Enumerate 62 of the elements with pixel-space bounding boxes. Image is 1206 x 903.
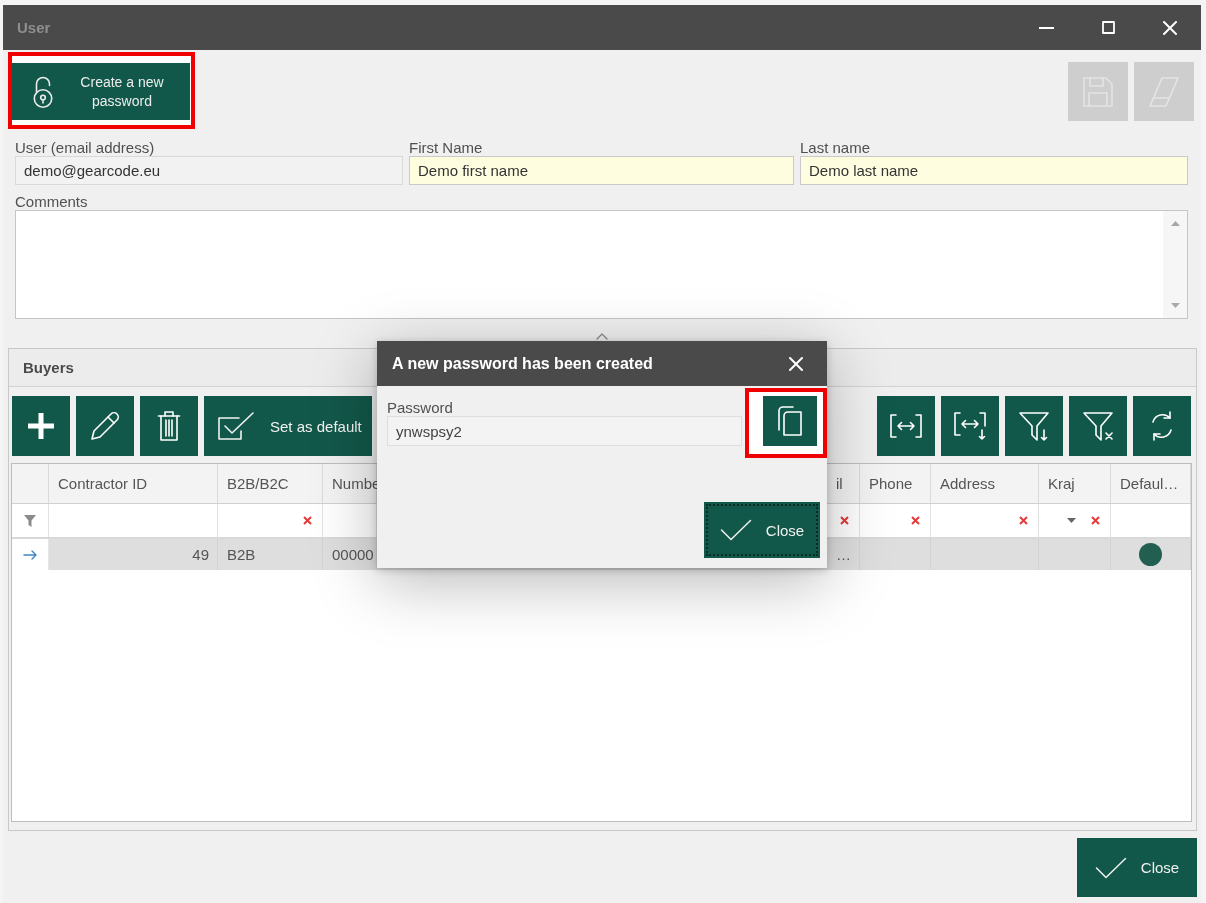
create-password-button[interactable]: Create a new password (12, 63, 190, 120)
down-arrow-icon[interactable] (1170, 303, 1180, 308)
funnel-arrow-icon (1018, 410, 1050, 442)
maximize-icon (1101, 21, 1115, 34)
fit-down-button[interactable] (941, 396, 999, 456)
table-cell: 49 (49, 539, 218, 570)
edit-button[interactable] (76, 396, 134, 456)
text-field[interactable]: Demo last name (800, 156, 1188, 185)
copy-icon (777, 405, 803, 437)
set-default-button[interactable]: Set as default (204, 396, 372, 456)
add-button[interactable] (12, 396, 70, 456)
pencil-icon (90, 411, 120, 441)
minimize-icon (1038, 26, 1054, 29)
text-field[interactable]: demo@gearcode.eu (15, 156, 403, 185)
clear-icon[interactable] (1019, 516, 1028, 525)
column-header[interactable]: Address (931, 464, 1039, 503)
scrollbar[interactable] (1163, 211, 1187, 318)
close-icon (789, 356, 803, 371)
panel-title: Buyers (23, 359, 74, 376)
window-title: User (17, 19, 51, 36)
dropdown-caret-icon[interactable] (1067, 518, 1076, 523)
fit-columns-button[interactable] (877, 396, 935, 456)
text-field[interactable]: Demo first name (409, 156, 794, 185)
clear-icon[interactable] (840, 516, 849, 525)
column-header[interactable]: Contractor ID (49, 464, 218, 503)
clear-filters-button[interactable] (1069, 396, 1127, 456)
bracket-arrows-icon (889, 413, 923, 439)
checkbox-icon (217, 411, 255, 441)
column-header[interactable]: Kraj (1039, 464, 1111, 503)
dialog-title: A new password has been created (392, 354, 653, 373)
close-button[interactable] (789, 356, 803, 371)
plus-icon (27, 412, 55, 440)
field-label: First Name (409, 139, 483, 156)
clear-icon[interactable] (303, 516, 312, 525)
field-label: Password (387, 399, 453, 416)
password-field[interactable]: ynwspsy2 (387, 416, 742, 446)
refresh-button[interactable] (1133, 396, 1191, 456)
table-cell: B2B (218, 539, 323, 570)
close-button[interactable]: Close (704, 502, 820, 558)
column-header[interactable]: Phone (860, 464, 931, 503)
trash-icon (157, 410, 181, 442)
check-icon (719, 519, 752, 541)
close-button[interactable]: Close (1077, 838, 1197, 897)
column-header[interactable]: B2B/B2C (218, 464, 323, 503)
field-label: Comments (15, 193, 88, 210)
chevron-up-icon[interactable] (596, 333, 608, 340)
field-label: Last name (800, 139, 871, 156)
close-icon (1163, 20, 1177, 35)
check-icon (1094, 856, 1127, 879)
clear-icon[interactable] (1091, 516, 1100, 525)
filter-button[interactable] (1005, 396, 1063, 456)
comments-field[interactable] (15, 210, 1188, 319)
funnel-x-icon (1082, 410, 1114, 442)
filter-icon[interactable] (24, 514, 36, 527)
column-header[interactable]: Defaul… (1111, 464, 1191, 503)
clear-icon[interactable] (911, 516, 920, 525)
up-arrow-icon[interactable] (1170, 221, 1180, 226)
copy-button[interactable] (763, 396, 817, 446)
field-label: User (email address) (15, 139, 155, 156)
bracket-arrows-down-icon (953, 411, 987, 441)
delete-button[interactable] (140, 396, 198, 456)
padlock-icon (32, 75, 54, 108)
